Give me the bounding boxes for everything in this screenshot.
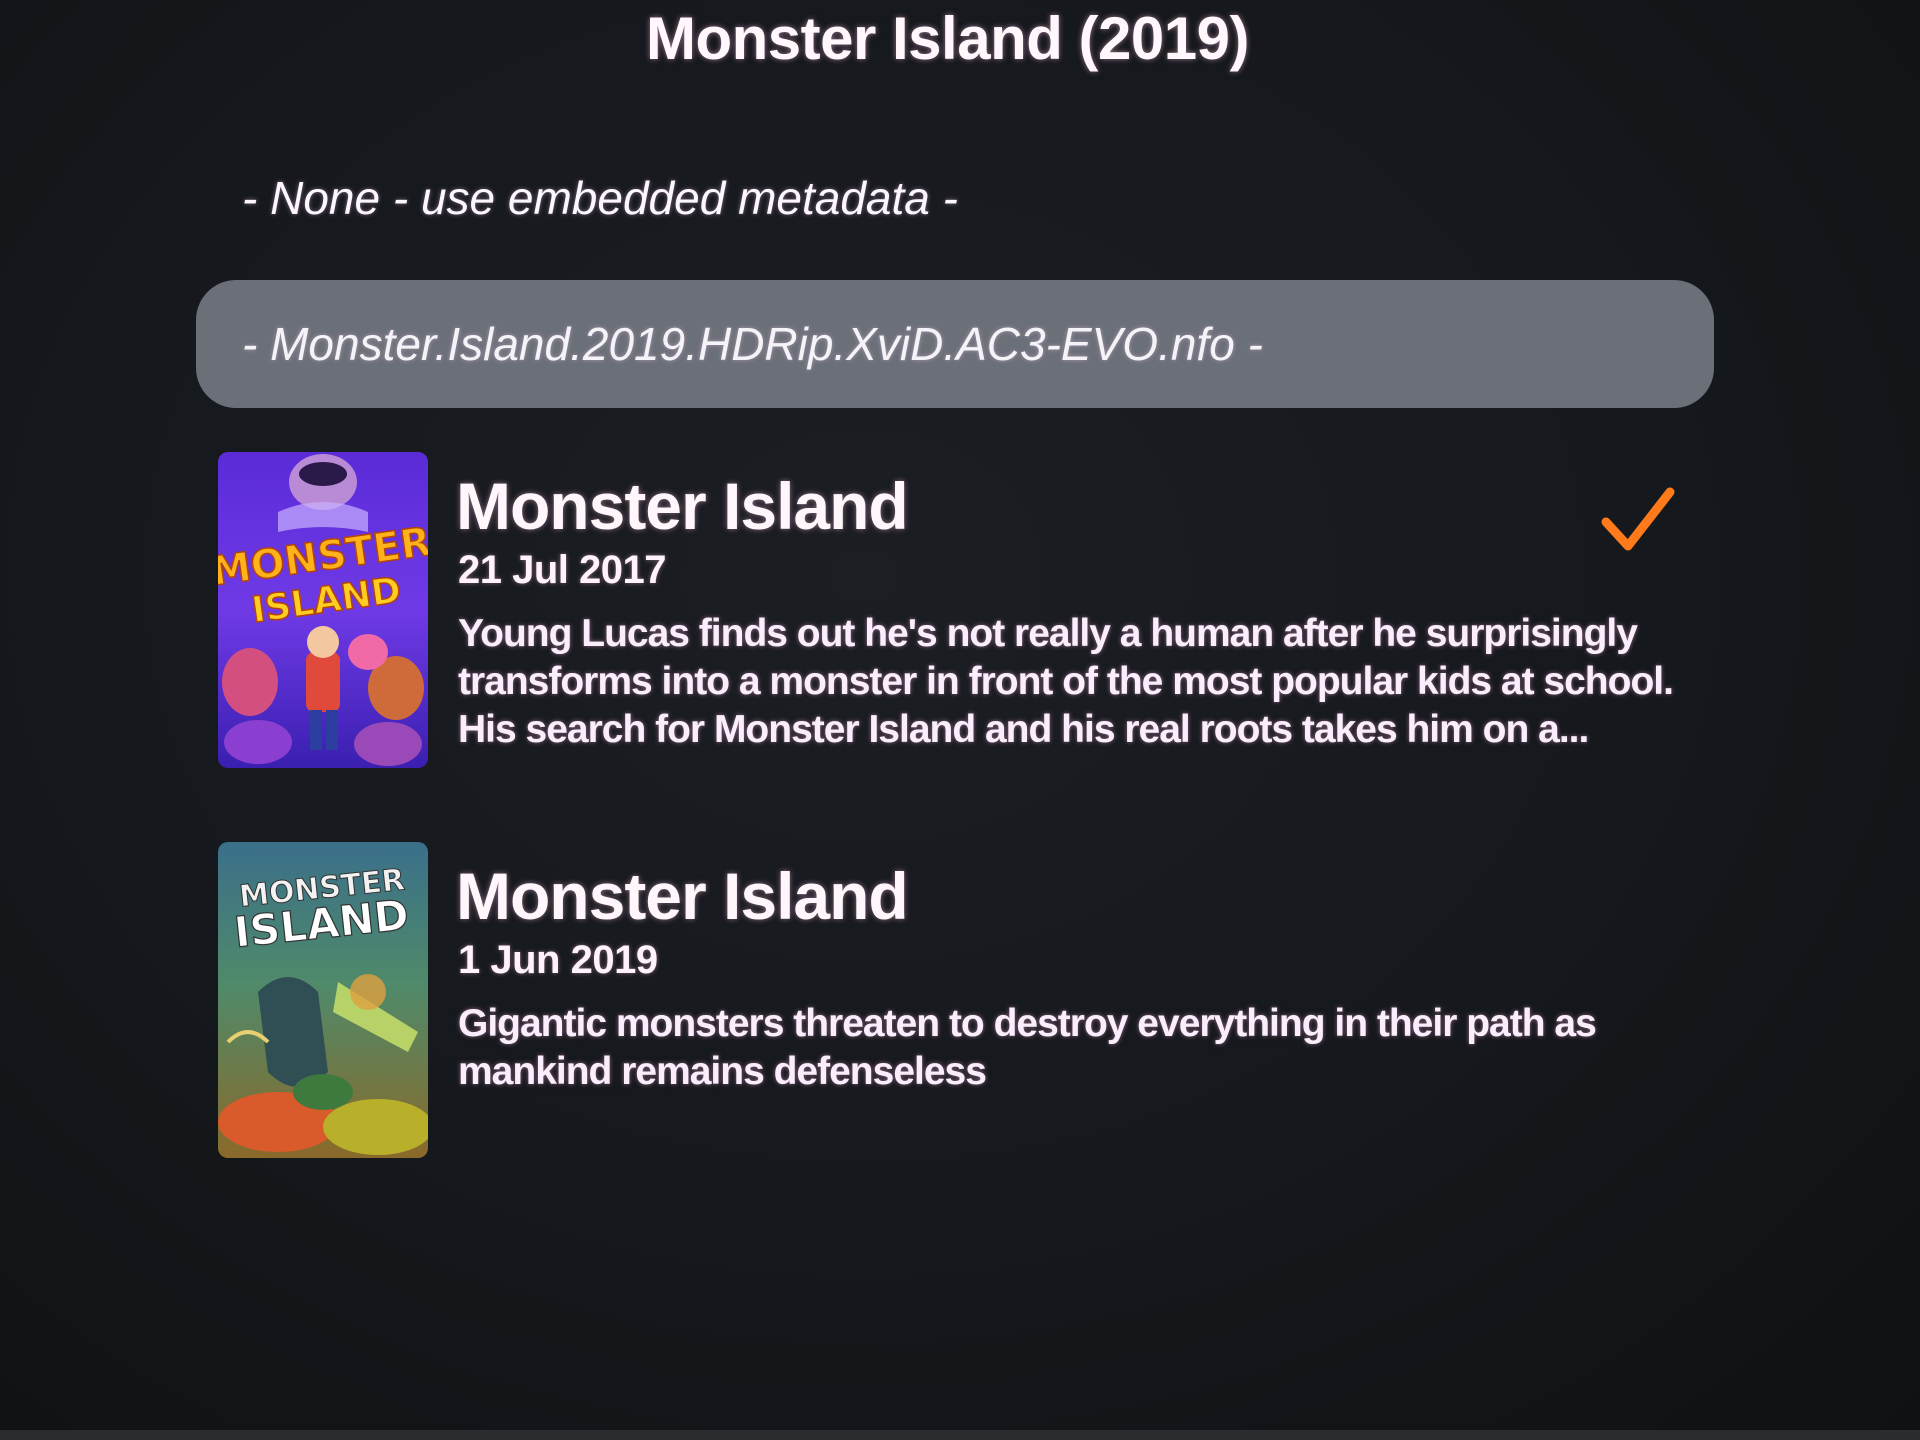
result-date: 1 Jun 2019 xyxy=(458,938,658,982)
option-nfo-file[interactable]: - Monster.Island.2019.HDRip.XviD.AC3-EVO… xyxy=(196,280,1714,408)
screen-bottom-edge xyxy=(0,1430,1920,1440)
result-item[interactable]: MONSTER ISLAND Monster Island 21 Jul 201… xyxy=(218,452,1698,772)
result-description: Gigantic monsters threaten to destroy ev… xyxy=(458,1002,1597,1093)
page-title: Monster Island (2019) xyxy=(645,5,1250,72)
result-title: Monster Island xyxy=(456,859,909,933)
animated-monster-poster-icon: MONSTER ISLAND xyxy=(218,452,428,768)
result-date: 21 Jul 2017 xyxy=(458,548,667,592)
option-embedded-metadata-label: - None - use embedded metadata - xyxy=(242,172,958,224)
result-description: Young Lucas finds out he's not really a … xyxy=(458,612,1674,751)
poster-image: MONSTER ISLAND xyxy=(218,452,428,768)
metadata-picker-screen: Monster Island (2019) - None - use embed… xyxy=(0,0,1920,1440)
option-embedded-metadata[interactable]: - None - use embedded metadata - xyxy=(196,162,1714,234)
poster-image: MONSTER ISLAND xyxy=(218,842,428,1158)
option-nfo-file-label: - Monster.Island.2019.HDRip.XviD.AC3-EVO… xyxy=(242,318,1263,370)
checkmark-icon xyxy=(1598,482,1678,562)
kaiju-battle-poster-icon: MONSTER ISLAND xyxy=(218,842,428,1158)
result-title: Monster Island xyxy=(456,469,909,543)
result-item[interactable]: MONSTER ISLAND Monster Island 1 Jun 2019… xyxy=(218,842,1698,1162)
